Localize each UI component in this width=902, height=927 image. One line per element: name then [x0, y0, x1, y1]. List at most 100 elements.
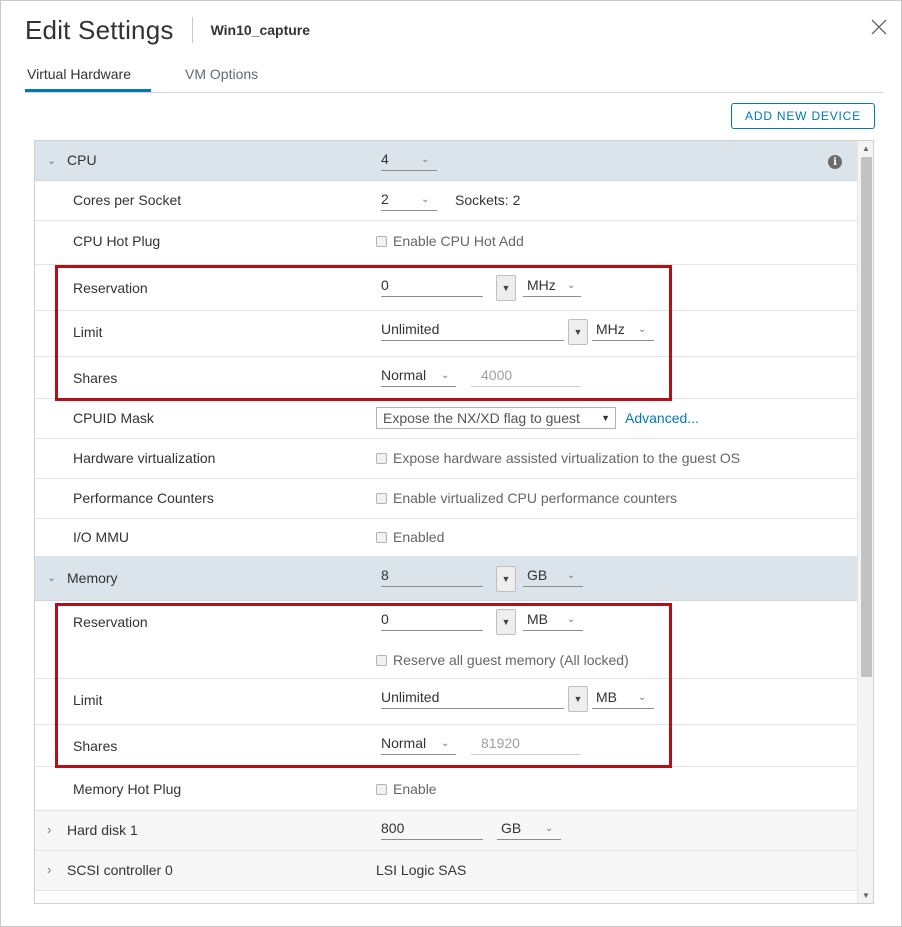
memory-reservation-unit-select[interactable]: MB ⌄: [523, 611, 583, 631]
scroll-down-icon[interactable]: ▼: [862, 891, 870, 900]
memory-reservation-dropdown-button[interactable]: ▼: [496, 609, 516, 635]
edit-settings-dialog: Edit Settings Win10_capture Virtual Hard…: [0, 0, 902, 927]
cpuid-mask-label: CPUID Mask: [73, 410, 154, 426]
memory-size-dropdown-button[interactable]: ▼: [496, 566, 516, 592]
cpuid-mask-row: CPUID Mask Expose the NX/XD flag to gues…: [35, 399, 857, 439]
performance-counters-row: Performance Counters Enable virtualized …: [35, 479, 857, 519]
hard-disk-size-input[interactable]: 800: [381, 820, 483, 840]
cpu-section-row[interactable]: ⌄ CPU 4 ⌄ i: [35, 141, 857, 181]
tab-virtual-hardware[interactable]: Virtual Hardware: [25, 65, 151, 92]
hard-disk-row[interactable]: › Hard disk 1 800 GB ⌄: [35, 811, 857, 851]
cores-value: 2: [381, 191, 389, 207]
chevron-down-icon: ⌄: [567, 614, 576, 625]
vertical-scrollbar[interactable]: ▲ ▼: [857, 141, 873, 903]
reserve-all-memory-checkbox[interactable]: Reserve all guest memory (All locked): [376, 652, 629, 668]
chevron-down-icon: ⌄: [638, 324, 647, 335]
memory-limit-row: Limit Unlimited ▼ MB ⌄: [35, 679, 857, 725]
memory-unit: GB: [527, 567, 548, 583]
cpu-limit-dropdown-button[interactable]: ▼: [568, 319, 588, 345]
memory-reservation-unit: MB: [527, 611, 548, 627]
cpu-limit-unit: MHz: [596, 321, 625, 337]
memory-label: Memory: [67, 570, 118, 586]
cpu-limit-value: Unlimited: [381, 321, 440, 337]
checkbox-icon: [376, 532, 387, 543]
tab-vm-options[interactable]: VM Options: [183, 65, 260, 92]
cpuid-mask-select[interactable]: Expose the NX/XD flag to guest ▼: [376, 407, 616, 429]
performance-counters-checkbox-label: Enable virtualized CPU performance count…: [393, 490, 678, 506]
scsi-controller-row[interactable]: › SCSI controller 0 LSI Logic SAS: [35, 851, 857, 891]
dialog-header: Edit Settings Win10_capture: [25, 13, 310, 47]
memory-shares-value-input: 81920: [471, 735, 581, 755]
cpu-reservation-value: 0: [381, 277, 389, 293]
cpuid-advanced-link[interactable]: Advanced...: [625, 410, 699, 426]
memory-shares-value: 81920: [481, 735, 520, 751]
hard-disk-unit: GB: [501, 820, 522, 836]
memory-limit-dropdown-button[interactable]: ▼: [568, 686, 588, 712]
cpu-reservation-dropdown-button[interactable]: ▼: [496, 275, 516, 301]
checkbox-icon: [376, 493, 387, 504]
cpu-shares-value-input: 4000: [471, 367, 581, 387]
chevron-right-icon[interactable]: ›: [47, 862, 51, 877]
info-icon[interactable]: i: [828, 155, 842, 169]
memory-hot-plug-checkbox[interactable]: Enable: [376, 781, 437, 797]
cpu-reservation-input[interactable]: 0: [381, 277, 483, 297]
checkbox-icon: [376, 236, 387, 247]
chevron-down-icon: ⌄: [567, 280, 576, 291]
memory-reservation-label: Reservation: [73, 614, 148, 630]
memory-shares-level-select[interactable]: Normal ⌄: [381, 735, 456, 755]
io-mmu-checkbox-label: Enabled: [393, 529, 445, 545]
memory-shares-row: Shares Normal ⌄ 81920: [35, 725, 857, 767]
io-mmu-checkbox[interactable]: Enabled: [376, 529, 444, 545]
memory-hot-plug-row: Memory Hot Plug Enable: [35, 767, 857, 811]
cpu-shares-level-select[interactable]: Normal ⌄: [381, 367, 456, 387]
memory-shares-label: Shares: [73, 738, 118, 754]
memory-limit-input[interactable]: Unlimited: [381, 689, 564, 709]
scroll-up-icon[interactable]: ▲: [862, 144, 870, 153]
cpu-shares-label: Shares: [73, 370, 118, 386]
cpu-hot-add-checkbox[interactable]: Enable CPU Hot Add: [376, 233, 524, 249]
title-divider: [191, 17, 193, 43]
hardware-virtualization-label: Hardware virtualization: [73, 450, 216, 466]
cpu-reservation-unit-select[interactable]: MHz ⌄: [523, 277, 581, 297]
hard-disk-unit-select[interactable]: GB ⌄: [497, 820, 561, 840]
checkbox-icon: [376, 453, 387, 464]
memory-unit-select[interactable]: GB ⌄: [523, 567, 583, 587]
cpu-limit-row: Limit Unlimited ▼ MHz ⌄: [35, 311, 857, 357]
chevron-down-icon: ⌄: [545, 823, 554, 834]
cpu-limit-label: Limit: [73, 324, 103, 340]
scroll-thumb[interactable]: [861, 157, 872, 677]
add-new-device-button[interactable]: ADD NEW DEVICE: [731, 103, 875, 129]
hardware-panel: ⌄ CPU 4 ⌄ i Cores per Socket 2 ⌄ Sockets…: [34, 140, 874, 904]
hardware-virtualization-checkbox[interactable]: Expose hardware assisted virtualization …: [376, 450, 740, 466]
sockets-text: Sockets: 2: [455, 192, 521, 208]
tab-bar: Virtual Hardware VM Options: [25, 65, 883, 93]
io-mmu-label: I/O MMU: [73, 529, 129, 545]
cpuid-mask-value: Expose the NX/XD flag to guest: [383, 410, 580, 426]
chevron-down-icon: ⌄: [421, 194, 430, 205]
memory-hot-plug-label: Memory Hot Plug: [73, 781, 182, 797]
memory-limit-unit: MB: [596, 689, 617, 705]
memory-limit-unit-select[interactable]: MB ⌄: [592, 689, 654, 709]
chevron-down-icon: ⌄: [567, 570, 576, 581]
checkbox-icon: [376, 655, 387, 666]
chevron-down-icon[interactable]: ⌄: [47, 571, 56, 584]
performance-counters-label: Performance Counters: [73, 490, 214, 506]
chevron-right-icon[interactable]: ›: [47, 822, 51, 837]
memory-section-row[interactable]: ⌄ Memory 8 ▼ GB ⌄: [35, 557, 857, 601]
cpu-count-select[interactable]: 4 ⌄: [381, 151, 437, 171]
vm-name: Win10_capture: [210, 22, 311, 38]
performance-counters-checkbox[interactable]: Enable virtualized CPU performance count…: [376, 490, 677, 506]
cpu-limit-unit-select[interactable]: MHz ⌄: [592, 321, 654, 341]
chevron-down-icon[interactable]: ⌄: [47, 154, 56, 167]
cpu-count-value: 4: [381, 151, 389, 167]
memory-hot-plug-checkbox-label: Enable: [393, 781, 437, 797]
close-icon[interactable]: [869, 17, 889, 37]
cpu-hot-plug-row: CPU Hot Plug Enable CPU Hot Add: [35, 221, 857, 265]
hardware-virtualization-checkbox-label: Expose hardware assisted virtualization …: [393, 450, 741, 466]
cores-per-socket-select[interactable]: 2 ⌄: [381, 191, 437, 211]
memory-reservation-input[interactable]: 0: [381, 611, 483, 631]
cpu-limit-input[interactable]: Unlimited: [381, 321, 564, 341]
memory-size-input[interactable]: 8: [381, 567, 483, 587]
chevron-down-icon: ⌄: [441, 370, 450, 381]
scsi-controller-label: SCSI controller 0: [67, 862, 173, 878]
